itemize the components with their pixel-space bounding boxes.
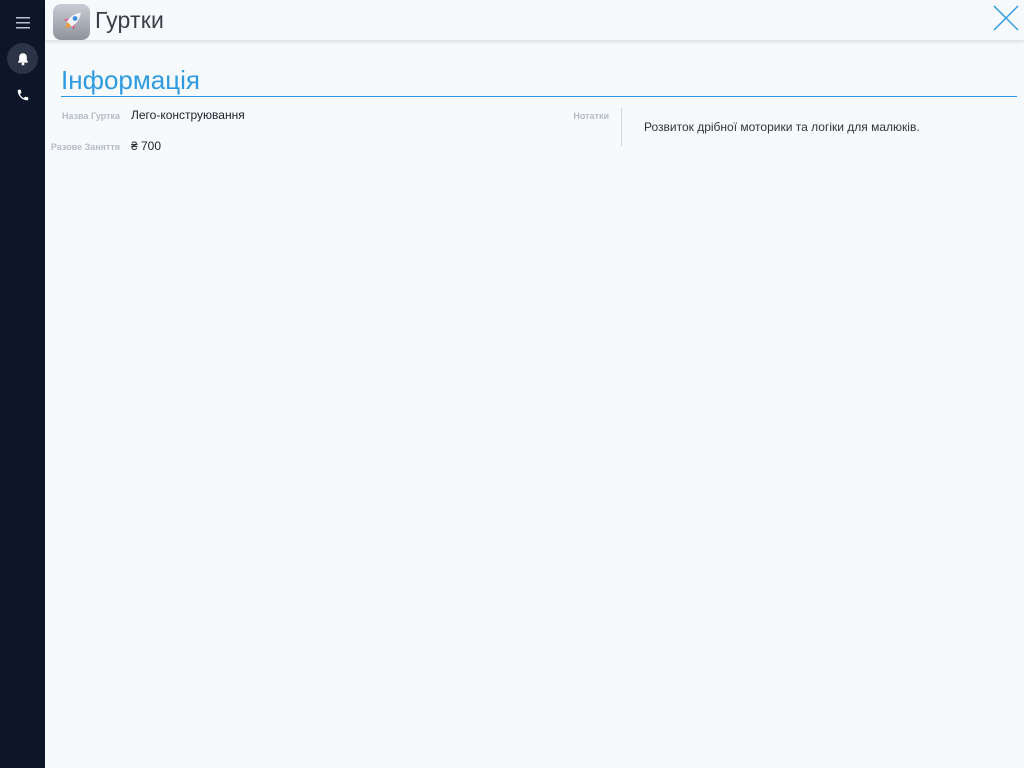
app-title: Гуртки [95, 7, 165, 33]
app-logo [53, 4, 90, 40]
sidebar [0, 0, 45, 768]
club-name-value: Лего-конструювання [131, 108, 245, 122]
notes-label: Нотатки [573, 111, 609, 121]
single-lesson-label: Разове Заняття [50, 142, 120, 152]
single-lesson-value: ₴ 700 [131, 139, 162, 153]
section-title: Інформація [61, 65, 200, 95]
phone-button[interactable] [7, 79, 38, 110]
main-content: Інформація Назва Гуртка Лего-конструюван… [45, 42, 1024, 768]
phone-icon [17, 89, 28, 100]
notes-value: Розвиток дрібної моторики та логіки для … [644, 120, 920, 134]
section-divider [61, 96, 1017, 97]
rocket-icon [63, 12, 81, 30]
close-button[interactable] [990, 2, 1022, 34]
notes-divider [621, 108, 622, 146]
bell-icon [17, 52, 28, 65]
club-name-label: Назва Гуртка [62, 111, 120, 121]
notifications-button[interactable] [7, 43, 38, 74]
hamburger-menu-button[interactable] [7, 7, 38, 38]
close-icon [993, 5, 1019, 31]
header-bar: Гуртки [45, 0, 1024, 41]
hamburger-menu-icon [15, 16, 30, 28]
